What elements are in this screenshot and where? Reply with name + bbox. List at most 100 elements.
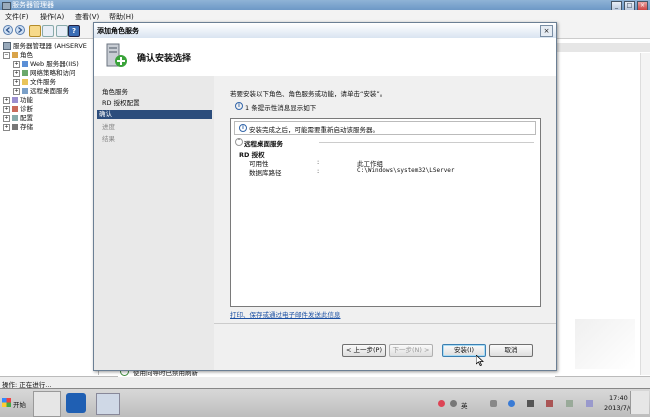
server-manager-icon [2,2,11,10]
main-window-title: 服务器管理器 [12,1,54,9]
tree-item-label: 功能 [20,96,33,104]
tree-item-remote-desktop[interactable]: + 远程桌面服务 [13,87,69,95]
dialog-heading: 确认安装选择 [137,54,192,64]
server-icon [3,42,11,50]
tray-network-icon[interactable] [527,400,534,407]
tree-item-file-services[interactable]: + 文件服务 [13,78,56,86]
menu-help[interactable]: 帮助(H) [109,12,134,22]
detail-key-database-path: 数据库路径 [249,169,282,177]
collapse-icon[interactable]: − [3,51,10,59]
tray-settings-icon[interactable] [490,400,497,407]
cancel-button[interactable]: 取消 [489,344,533,357]
tree-item-configuration[interactable]: + 配置 [3,114,33,122]
navigation-tree: 服务器管理器 (AHSERVE − 角色 + Web 服务器(IIS) + 网络策略和… [0,39,99,375]
tree-root-label: 服务器管理器 (AHSERVE [13,42,87,50]
section-title: 远程桌面服务 [244,140,283,148]
features-icon [12,97,18,103]
expand-icon[interactable]: + [13,78,20,86]
clock-time[interactable]: 17:40 [609,394,628,402]
nav-step-rd-licensing[interactable]: RD 授权配置 [100,99,210,108]
expand-icon[interactable]: + [3,96,10,104]
dialog-close-button[interactable]: × [540,25,553,37]
expand-icon[interactable]: + [13,60,20,68]
tree-item-iis[interactable]: + Web 服务器(IIS) [13,60,79,68]
expand-icon[interactable]: + [3,105,10,113]
configuration-icon [12,115,18,121]
detail-value-database-path: C:\Windows\system32\LServer [357,167,455,174]
print-save-email-link[interactable]: 打印、保存或通过电子邮件发送此信息 [230,309,341,319]
main-title-bar: 服务器管理器 _ □ × [0,0,650,11]
storage-icon [12,124,18,130]
remote-desktop-icon [22,88,28,94]
dialog-header: 确认安装选择 [94,38,556,77]
info-icon: i [235,102,243,110]
tree-item-label: 诊断 [20,105,33,113]
tray-ime-icon[interactable] [450,400,457,407]
tree-item-features[interactable]: + 功能 [3,96,33,104]
pane-header [555,43,650,52]
content-pane-right [555,39,650,375]
tree-item-label: 角色 [20,51,33,59]
section-divider [319,142,534,143]
tray-app-icon[interactable] [546,400,553,407]
start-button[interactable]: 开始 [0,392,30,414]
windows-logo-icon [2,398,11,407]
tray-flag-icon[interactable] [438,400,445,407]
expand-icon[interactable]: + [3,123,10,131]
notice-info-icon: i [239,124,247,132]
wizard-steps-nav: 角色服务 RD 授权配置 确认 进度 结果 [94,76,215,370]
mouse-cursor-icon [475,354,485,368]
tree-item-label: Web 服务器(IIS) [30,60,79,68]
tree-item-label: 配置 [20,114,33,122]
expand-icon[interactable]: + [13,87,20,95]
dialog-title-bar: 添加角色服务 × [94,23,556,39]
expand-icon[interactable]: + [3,114,10,122]
roles-icon [12,52,18,58]
add-role-services-dialog: 添加角色服务 × 确认安装选择 角色服务 RD 授权配置 确认 进度 结果 若要… [93,22,557,371]
help-tray-icon[interactable] [508,400,515,407]
vertical-scrollbar[interactable] [640,53,650,375]
tray-volume-icon[interactable] [586,400,593,407]
tree-item-label: 存储 [20,123,33,131]
nav-step-results: 结果 [102,135,115,143]
collapse-section-icon[interactable]: ˄ [235,138,243,146]
dialog-title: 添加角色服务 [97,27,139,35]
list-view-icon[interactable] [56,25,68,37]
role-services-wizard-icon [104,43,128,69]
network-policy-icon [22,70,28,76]
powershell-icon[interactable] [66,393,86,413]
detail-colon: : [317,167,320,175]
content-divider [214,323,556,324]
help-icon[interactable]: ? [68,25,80,37]
menu-view[interactable]: 查看(V) [75,12,99,22]
intro-text: 若要安装以下角色、角色服务或功能，请单击“安装”。 [230,90,387,98]
expand-icon[interactable]: + [13,69,20,77]
detail-colon: : [317,158,320,166]
back-arrow-icon[interactable] [3,25,13,35]
tree-item-label: 远程桌面服务 [30,87,69,95]
clock-date[interactable]: 2013/7/6 [604,404,633,412]
nav-step-role-services[interactable]: 角色服务 [100,88,210,97]
menu-action[interactable]: 操作(A) [40,12,64,22]
tree-root[interactable]: 服务器管理器 (AHSERVE [3,42,87,50]
properties-icon[interactable] [42,25,54,37]
ime-indicator[interactable]: 英 [461,400,468,410]
menu-file[interactable]: 文件(F) [5,12,29,22]
previous-button[interactable]: < 上一步(P) [342,344,386,357]
tree-item-diagnostics[interactable]: + 诊断 [3,105,33,113]
tree-item-roles[interactable]: − 角色 [3,51,33,59]
show-desktop-button[interactable] [630,391,649,414]
watermark-image [575,319,635,369]
tree-item-storage[interactable]: + 存储 [3,123,33,131]
taskbar-server-manager[interactable] [33,391,61,417]
confirmation-list[interactable]: i 安装完成之后，可能需要重新启动该服务器。 ˄ 远程桌面服务 RD 授权 可用… [230,118,541,307]
nav-step-confirmation[interactable]: 确认 [97,110,212,119]
explorer-icon[interactable] [96,393,120,415]
forward-arrow-icon[interactable] [15,25,25,35]
tree-item-label: 文件服务 [30,78,56,86]
tree-item-npas[interactable]: + 网络策略和访问 [13,69,76,77]
folder-icon[interactable] [29,25,41,37]
diagnostics-icon [12,106,18,112]
tray-keyboard-icon[interactable] [566,400,573,407]
restart-notice: i 安装完成之后，可能需要重新启动该服务器。 [234,121,536,135]
